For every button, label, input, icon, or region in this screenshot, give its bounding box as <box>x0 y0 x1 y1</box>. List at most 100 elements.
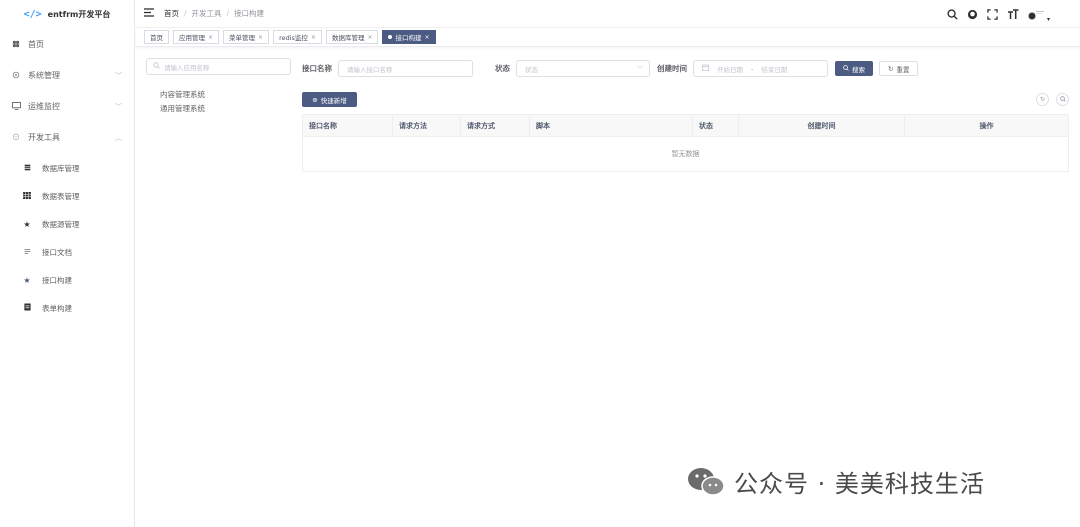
column-header[interactable]: 操作 <box>905 115 1068 136</box>
grid-icon <box>22 191 32 201</box>
end-date-placeholder: 结束日期 <box>761 65 788 74</box>
chevron-down-icon: ﹀ <box>115 71 122 80</box>
watermark-text: 公众号 · 美美科技生活 <box>734 470 985 498</box>
tree-node[interactable]: 内容管理系统 <box>146 88 291 102</box>
chevron-down-icon: ﹀ <box>115 102 122 111</box>
wechat-icon <box>686 466 726 498</box>
search-form: 接口名称 请输入接口名称 状态 状态 ﹀ 创建时间 开始日期 - 结束日期 搜索… <box>302 60 919 77</box>
tag-home[interactable]: 首页 <box>144 30 169 44</box>
close-icon[interactable]: × <box>367 34 372 41</box>
sidebar-item-api-build[interactable]: ★ 接口构建 <box>0 266 134 294</box>
column-header[interactable]: 请求方式 <box>461 115 530 136</box>
tag-label: 接口构建 <box>395 34 422 42</box>
tag-api-build[interactable]: 接口构建 × <box>382 30 436 44</box>
sidebar-item-label: 首页 <box>28 40 44 49</box>
logo[interactable]: </> entfrm开发平台 <box>0 0 134 28</box>
hamburger-icon[interactable] <box>144 7 154 20</box>
search-button[interactable]: 搜索 <box>835 61 873 76</box>
search-button-label: 搜索 <box>852 65 865 74</box>
sidebar-item-db-manage[interactable]: 数据库管理 <box>0 154 134 182</box>
placeholder-text: 状态 <box>525 65 538 74</box>
column-header[interactable]: 接口名称 <box>303 115 393 136</box>
active-dot-icon <box>388 35 393 39</box>
breadcrumb-separator: / <box>184 9 187 18</box>
tag-app-manage[interactable]: 应用管理 × <box>173 30 220 44</box>
toggle-search-button[interactable] <box>1056 93 1069 106</box>
sidebar-item-label: 接口构建 <box>42 275 72 285</box>
refresh-button[interactable]: ↻ <box>1036 93 1049 106</box>
sidebar-item-datasource[interactable]: ★ 数据源管理 <box>0 210 134 238</box>
start-date-placeholder: 开始日期 <box>717 65 743 74</box>
sidebar-item-table-manage[interactable]: 数据表管理 <box>0 182 134 210</box>
font-size-icon[interactable] <box>1007 8 1019 23</box>
table-header: 接口名称 请求方法 请求方式 脚本 状态 创建时间 操作 <box>303 115 1068 137</box>
watermark: 公众号 · 美美科技生活 <box>686 464 985 499</box>
reset-button-label: 重置 <box>896 65 910 74</box>
sidebar-item-form-build[interactable]: 表单构建 <box>0 294 134 322</box>
caret-down-icon[interactable]: ▾ <box>1047 16 1050 23</box>
star-icon: ★ <box>23 275 31 285</box>
header-actions: ▾ <box>947 8 1050 23</box>
avatar[interactable] <box>1028 9 1046 22</box>
sidebar-item-devtools[interactable]: 开发工具 ︿ <box>0 122 134 153</box>
top-navbar: 首页 / 开发工具 / 接口构建 ▾ <box>136 0 1080 28</box>
close-icon[interactable]: × <box>208 34 213 41</box>
chevron-up-icon: ︿ <box>115 133 122 142</box>
status-select[interactable]: 状态 ﹀ <box>516 60 650 77</box>
sidebar-item-home[interactable]: 首页 <box>0 29 134 60</box>
tag-db-manage[interactable]: 数据库管理 × <box>325 30 379 44</box>
doc-icon <box>22 248 32 257</box>
sidebar-item-monitor[interactable]: 运维监控 ﹀ <box>0 91 134 122</box>
search-icon[interactable] <box>947 8 958 23</box>
settings-icon <box>10 71 22 81</box>
refresh-icon: ↻ <box>1039 96 1046 103</box>
empty-text: 暂无数据 <box>671 150 700 158</box>
breadcrumb-separator: / <box>226 9 230 18</box>
sidebar-item-label: 数据表管理 <box>42 191 80 201</box>
range-separator: - <box>751 64 754 73</box>
placeholder-text: 请输入应用名称 <box>164 63 210 72</box>
calendar-icon <box>702 64 709 73</box>
tag-menu-manage[interactable]: 菜单管理 × <box>223 30 270 44</box>
sidebar-item-system[interactable]: 系统管理 ﹀ <box>0 60 134 91</box>
api-name-input[interactable]: 请输入接口名称 <box>338 60 473 77</box>
api-name-label: 接口名称 <box>302 64 332 73</box>
close-icon[interactable]: × <box>424 34 429 41</box>
tree-node[interactable]: 通用管理系统 <box>146 102 291 116</box>
created-time-label: 创建时间 <box>657 64 687 73</box>
close-icon[interactable]: × <box>311 34 316 41</box>
sidebar: </> entfrm开发平台 首页 系统管理 ﹀ 运维监控 ﹀ 开发工具 ︿ 数… <box>0 0 135 527</box>
sidebar-item-api-doc[interactable]: 接口文档 <box>0 238 134 266</box>
sidebar-item-label: 数据库管理 <box>42 163 80 173</box>
app-tree-panel: 请输入应用名称 内容管理系统 通用管理系统 <box>146 58 291 116</box>
column-header[interactable]: 脚本 <box>530 115 693 136</box>
tag-redis-monitor[interactable]: redis监控 × <box>273 30 322 44</box>
fullscreen-icon[interactable] <box>987 8 998 23</box>
tag-label: redis监控 <box>279 34 308 42</box>
github-icon[interactable] <box>967 9 978 23</box>
date-range-picker[interactable]: 开始日期 - 结束日期 <box>693 60 828 77</box>
code-icon: </> <box>23 8 42 20</box>
refresh-icon: ↻ <box>888 64 894 73</box>
tag-label: 应用管理 <box>179 34 205 42</box>
breadcrumb-item[interactable]: 首页 <box>164 8 179 19</box>
monitor-icon <box>10 101 22 112</box>
status-label: 状态 <box>495 64 510 73</box>
dashboard-icon <box>10 40 22 50</box>
quick-add-button[interactable]: ⊕ 快速新增 <box>302 92 357 107</box>
sidebar-item-label: 数据源管理 <box>42 219 80 229</box>
column-header[interactable]: 创建时间 <box>739 115 905 136</box>
quick-add-label: 快速新增 <box>320 96 347 105</box>
search-icon <box>153 62 160 71</box>
tag-label: 菜单管理 <box>229 34 256 42</box>
close-icon[interactable]: × <box>258 34 263 41</box>
column-header[interactable]: 状态 <box>693 115 739 136</box>
api-table: 接口名称 请求方法 请求方式 脚本 状态 创建时间 操作 暂无数据 <box>302 114 1069 172</box>
reset-button[interactable]: ↻ 重置 <box>879 61 919 76</box>
column-header[interactable]: 请求方法 <box>393 115 461 136</box>
tag-label: 首页 <box>150 34 163 42</box>
search-icon <box>1059 95 1066 104</box>
app-search-input[interactable]: 请输入应用名称 <box>146 58 291 75</box>
placeholder-text: 请输入接口名称 <box>347 65 393 74</box>
sidebar-item-label: 运维监控 <box>28 102 60 111</box>
